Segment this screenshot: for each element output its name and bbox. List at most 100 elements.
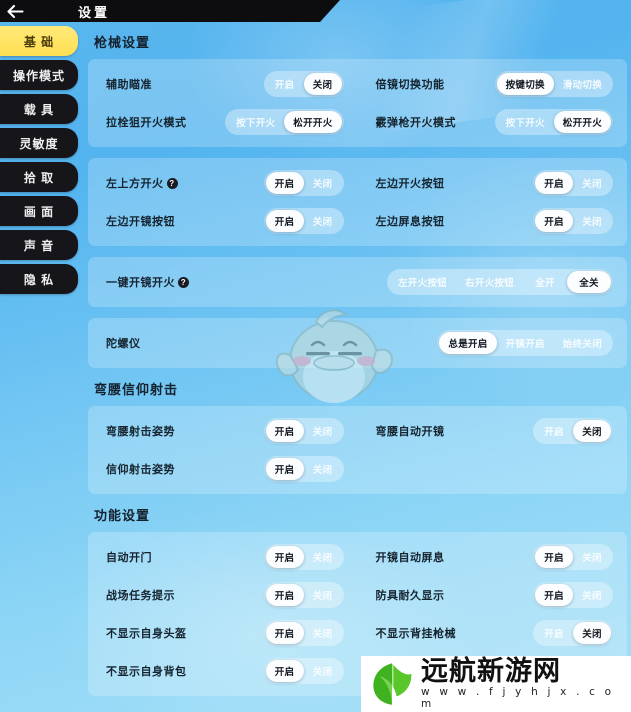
settings-row: 左上方开火? 开启 关闭 左边开火按钮 开启 关闭 bbox=[88, 164, 627, 202]
segment-option[interactable]: 按下开火 bbox=[227, 111, 284, 133]
segment-option[interactable]: 关闭 bbox=[304, 458, 342, 480]
settings-row: 一键开镜开火? 左开火按钮 右开火按钮 全开 全关 bbox=[88, 263, 627, 301]
setting-label-text: 不显示背挂枪械 bbox=[375, 628, 456, 640]
setting-label-text: 开镜自动屏息 bbox=[375, 552, 445, 564]
segment-option-selected[interactable]: 全关 bbox=[567, 271, 611, 293]
settings-cell: 拉栓狙开火模式 按下开火 松开开火 bbox=[88, 109, 358, 135]
setting-label-text: 不显示自身背包 bbox=[106, 666, 187, 678]
settings-cell: 不显示自身头盔 开启 关闭 bbox=[88, 620, 358, 646]
setting-label: 自动开门 bbox=[106, 549, 152, 565]
segment-option-selected[interactable]: 开启 bbox=[265, 172, 304, 194]
segment-option[interactable]: 关闭 bbox=[304, 660, 342, 682]
help-icon[interactable]: ? bbox=[166, 177, 178, 189]
segmented-control: 开启关闭 bbox=[533, 208, 613, 234]
segment-option[interactable]: 关闭 bbox=[304, 210, 342, 232]
watermark-url: w w w . f j y h j x . c o m bbox=[421, 686, 615, 711]
sidebar-item-5[interactable]: 画 面 bbox=[0, 196, 78, 226]
setting-label-text: 辅助瞄准 bbox=[106, 79, 152, 91]
segmented-control: 开启关闭 bbox=[263, 620, 344, 646]
segment-option[interactable]: 开启 bbox=[535, 420, 573, 442]
segment-option-selected[interactable]: 开启 bbox=[535, 584, 573, 606]
segment-option-selected[interactable]: 开启 bbox=[265, 420, 304, 442]
segment-option-selected[interactable]: 松开开火 bbox=[284, 111, 342, 133]
segment-option-selected[interactable]: 关闭 bbox=[303, 73, 342, 95]
segment-option[interactable]: 关闭 bbox=[573, 546, 611, 568]
segment-option[interactable]: 关闭 bbox=[304, 622, 342, 644]
segment-option-selected[interactable]: 开启 bbox=[265, 546, 304, 568]
settings-cell: 开镜自动屏息 开启 关闭 bbox=[358, 544, 628, 570]
segment-option[interactable]: 开启 bbox=[535, 622, 573, 644]
segment-option-selected[interactable]: 关闭 bbox=[573, 420, 611, 442]
segment-option-selected[interactable]: 关闭 bbox=[573, 622, 611, 644]
segment-option-selected[interactable]: 开启 bbox=[265, 458, 304, 480]
setting-label-text: 左边屏息按钮 bbox=[375, 216, 445, 228]
settings-row: 陀螺仪 总是开启 开镜开启 始终关闭 bbox=[88, 324, 627, 362]
settings-row: 战场任务提示 开启 关闭 防具耐久显示 开启 关闭 bbox=[88, 576, 627, 614]
segment-option-selected[interactable]: 松开开火 bbox=[553, 111, 611, 133]
segment-option[interactable]: 按下开火 bbox=[497, 111, 554, 133]
setting-label: 陀螺仪 bbox=[106, 335, 141, 351]
setting-label: 不显示自身背包 bbox=[106, 663, 187, 679]
setting-label-text: 拉栓狙开火模式 bbox=[106, 117, 187, 129]
segment-option-selected[interactable]: 开启 bbox=[265, 584, 304, 606]
segment-option-selected[interactable]: 开启 bbox=[535, 210, 573, 232]
segment-option[interactable]: 滑动切换 bbox=[554, 73, 611, 95]
settings-cell: 辅助瞄准 开启 关闭 bbox=[88, 71, 358, 97]
segment-option-selected[interactable]: 开启 bbox=[265, 210, 304, 232]
segment-option[interactable]: 右开火按钮 bbox=[456, 271, 523, 293]
setting-label: 弯腰自动开镜 bbox=[376, 423, 445, 439]
segment-option[interactable]: 关闭 bbox=[304, 172, 342, 194]
setting-label: 不显示背挂枪械 bbox=[376, 625, 457, 641]
segment-option[interactable]: 关闭 bbox=[573, 210, 611, 232]
setting-label: 弯腰射击姿势 bbox=[106, 423, 175, 439]
segment-option[interactable]: 关闭 bbox=[304, 584, 342, 606]
sidebar-item-1[interactable]: 操作模式 bbox=[0, 60, 78, 90]
segment-option[interactable]: 开启 bbox=[266, 73, 304, 95]
sidebar-item-0[interactable]: 基 础 bbox=[0, 26, 78, 56]
setting-label-text: 左边开镜按钮 bbox=[106, 216, 175, 228]
settings-row: 拉栓狙开火模式 按下开火 松开开火 霰弹枪开火模式 按下开火 松开开火 bbox=[88, 103, 627, 141]
page-title: 设置 bbox=[78, 4, 111, 20]
segment-option-selected[interactable]: 开启 bbox=[265, 622, 304, 644]
settings-cell: 自动开门 开启 关闭 bbox=[88, 544, 358, 570]
sidebar-item-4[interactable]: 拾 取 bbox=[0, 162, 78, 192]
segment-option[interactable]: 关闭 bbox=[573, 172, 611, 194]
sidebar-item-7[interactable]: 隐 私 bbox=[0, 264, 78, 294]
segmented-control: 开启关闭 bbox=[263, 456, 344, 482]
settings-cell: 不显示自身背包 开启 关闭 bbox=[88, 658, 358, 684]
setting-label-text: 一键开镜开火 bbox=[106, 277, 175, 289]
sidebar-item-2[interactable]: 载 具 bbox=[0, 94, 78, 124]
setting-label: 一键开镜开火? bbox=[106, 274, 189, 290]
segmented-control: 总是开启 开镜开启 始终关闭 bbox=[437, 330, 613, 356]
sidebar-item-3[interactable]: 灵敏度 bbox=[0, 128, 78, 158]
setting-label-text: 弯腰射击姿势 bbox=[106, 426, 175, 438]
setting-label-text: 自动开门 bbox=[106, 552, 152, 564]
help-icon[interactable]: ? bbox=[178, 276, 189, 288]
settings-group: 左上方开火? 开启 关闭 左边开火按钮 开启 关闭 左边开镜按钮 开启 关闭 左边屏息按钮 开启 关闭 bbox=[88, 158, 627, 246]
segmented-control: 开启关闭 bbox=[263, 170, 344, 196]
settings-row: 弯腰射击姿势 开启 关闭 弯腰自动开镜 开启 关闭 bbox=[88, 412, 627, 450]
segment-option[interactable]: 关闭 bbox=[304, 420, 342, 442]
segment-option[interactable]: 始终关闭 bbox=[554, 332, 611, 354]
segment-option-selected[interactable]: 总是开启 bbox=[439, 332, 497, 354]
segmented-control: 开启关闭 bbox=[263, 418, 344, 444]
segment-option[interactable]: 左开火按钮 bbox=[389, 271, 456, 293]
sidebar-item-6[interactable]: 声 音 bbox=[0, 230, 78, 260]
back-arrow-icon[interactable] bbox=[0, 4, 30, 18]
settings-group: 弯腰射击姿势 开启 关闭 弯腰自动开镜 开启 关闭 信仰射击姿势 开启 关闭 bbox=[88, 406, 627, 494]
settings-group: 陀螺仪 总是开启 开镜开启 始终关闭 bbox=[88, 318, 627, 368]
segment-option[interactable]: 关闭 bbox=[304, 546, 342, 568]
segment-option[interactable]: 全开 bbox=[523, 271, 567, 293]
segment-option[interactable]: 关闭 bbox=[573, 584, 611, 606]
segmented-control: 按下开火 松开开火 bbox=[225, 109, 344, 135]
settings-cell: 不显示背挂枪械 开启 关闭 bbox=[358, 620, 628, 646]
segmented-control: 按键切换 滑动切换 bbox=[494, 71, 613, 97]
setting-label: 不显示自身头盔 bbox=[106, 625, 187, 641]
segment-option-selected[interactable]: 开启 bbox=[535, 172, 573, 194]
segment-option-selected[interactable]: 开启 bbox=[265, 660, 304, 682]
segment-option-selected[interactable]: 开启 bbox=[535, 546, 573, 568]
segment-option[interactable]: 开镜开启 bbox=[497, 332, 554, 354]
settings-cell: 左边屏息按钮 开启 关闭 bbox=[358, 208, 628, 234]
segment-option-selected[interactable]: 按键切换 bbox=[496, 73, 554, 95]
segmented-control: 左开火按钮 右开火按钮 全开 全关 bbox=[386, 269, 613, 295]
